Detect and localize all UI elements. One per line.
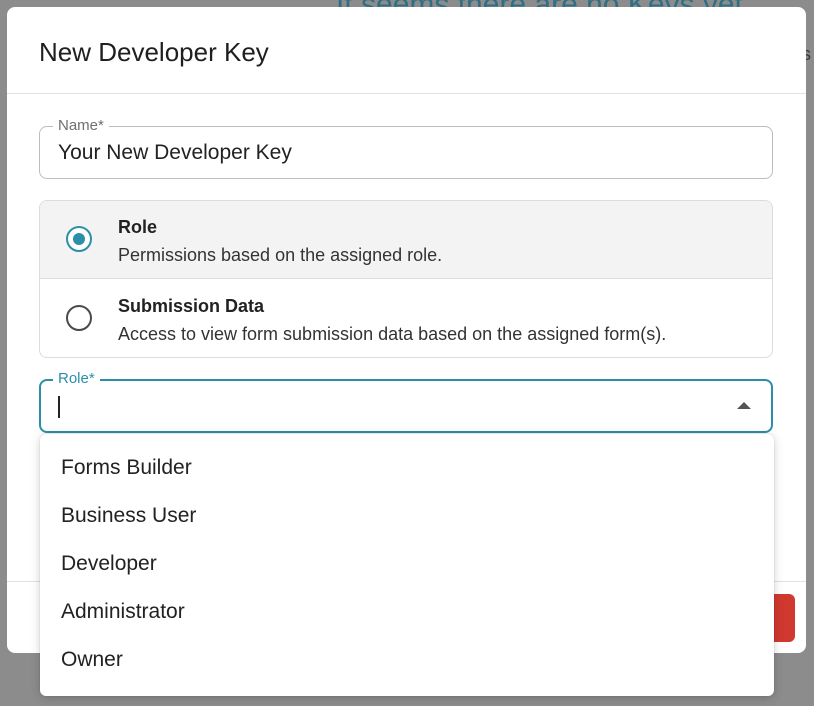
role-option-forms-builder[interactable]: Forms Builder [40,444,774,492]
role-option-business-user[interactable]: Business User [40,492,774,540]
radio-option-description: Permissions based on the assigned role. [118,245,443,265]
dialog-title: New Developer Key [39,37,269,67]
role-option-owner[interactable]: Owner [40,636,774,684]
radio-option-submission-data[interactable]: Submission Data Access to view form subm… [40,280,772,357]
header-divider [7,93,806,94]
name-field-label: Name* [53,117,109,134]
role-option-developer[interactable]: Developer [40,540,774,588]
access-type-radio-group: Role Permissions based on the assigned r… [39,200,773,358]
radio-dot-icon [73,233,85,245]
role-option-administrator[interactable]: Administrator [40,588,774,636]
radio-option-title: Role [118,217,158,237]
name-input[interactable]: Your New Developer Key [58,141,292,165]
triangle-up-icon[interactable] [737,402,751,409]
role-select[interactable]: Role* [39,370,773,433]
radio-option-title: Submission Data [118,296,265,316]
radio-option-role[interactable]: Role Permissions based on the assigned r… [40,201,772,279]
radio-button-selected-icon[interactable] [66,226,92,252]
role-options-dropdown: Forms Builder Business User Developer Ad… [40,434,774,696]
radio-option-description: Access to view form submission data base… [118,324,667,344]
name-field[interactable]: Name* Your New Developer Key [39,117,773,179]
text-cursor [58,396,60,418]
radio-button-unselected-icon[interactable] [66,305,92,331]
role-field-label: Role* [53,370,100,387]
